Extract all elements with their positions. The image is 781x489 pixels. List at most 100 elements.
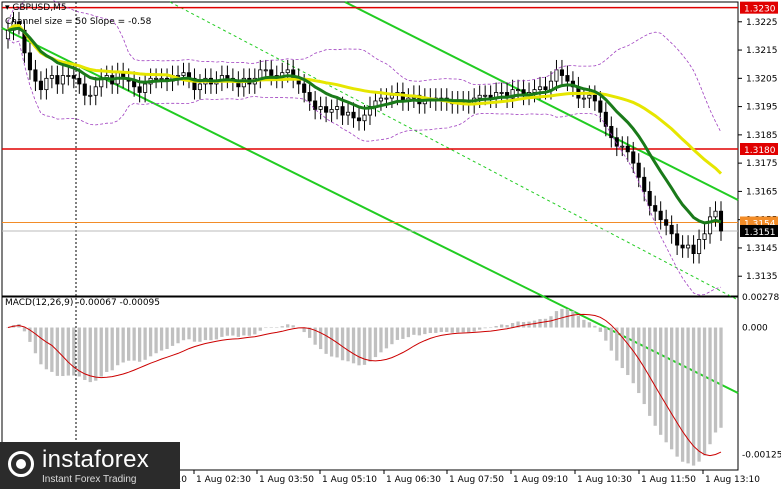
candle-body-47 (263, 69, 268, 72)
time-tick-label-8: 1 Aug 10:30 (577, 475, 632, 485)
candle-body-126 (697, 239, 702, 254)
candle-body-98 (543, 86, 548, 91)
macd-bar-38 (214, 327, 219, 340)
candle-body-110 (609, 125, 614, 139)
macd-bar-36 (203, 327, 208, 341)
macd-bar-59 (329, 327, 334, 357)
price-tick-label-1: 1.3215 (746, 46, 778, 56)
time-tick-label-2: 1 Aug 02:30 (196, 475, 251, 485)
macd-bar-8 (50, 327, 54, 372)
macd-bar-51 (286, 324, 290, 328)
candle-body-16 (93, 86, 98, 96)
macd-bar-74 (412, 327, 416, 335)
macd-bar-75 (417, 327, 421, 336)
price-tick-label-2: 1.3205 (746, 74, 778, 84)
candle-body-112 (620, 145, 625, 148)
macd-bar-62 (346, 327, 350, 362)
macd-bar-86 (478, 327, 482, 330)
candle-body-100 (554, 69, 559, 82)
time-tick-label-9: 1 Aug 11:50 (641, 475, 696, 485)
candle-body-8 (49, 75, 54, 79)
candle-body-23 (132, 80, 137, 88)
price-tick-label-6: 1.3165 (746, 187, 778, 197)
macd-bar-61 (340, 327, 345, 361)
macd-bar-13 (77, 327, 81, 377)
candle-body-28 (159, 77, 164, 80)
macd-bar-80 (445, 327, 449, 332)
macd-bar-64 (357, 327, 361, 366)
macd-tick-label-1: 0.000 (742, 324, 768, 334)
candle-body-51 (285, 69, 290, 74)
candle-body-115 (636, 162, 641, 178)
price-tick-label-9: 1.3135 (746, 272, 778, 282)
macd-bar-11 (66, 327, 70, 376)
candle-body-15 (88, 94, 93, 97)
macd-bar-34 (192, 327, 197, 342)
macd-bar-77 (428, 327, 432, 334)
candle-body-40 (225, 75, 230, 79)
candle-body-14 (82, 83, 87, 96)
macd-bar-117 (648, 327, 652, 416)
candle-body-119 (658, 210, 663, 221)
candle-body-96 (532, 89, 537, 93)
macd-bar-21 (121, 327, 125, 363)
candle-body-13 (77, 77, 82, 85)
candle-body-87 (483, 94, 488, 97)
macd-bar-24 (137, 327, 142, 362)
macd-bar-47 (264, 327, 268, 329)
price-tick-label-5: 1.3175 (746, 159, 778, 169)
candle-body-114 (631, 151, 636, 164)
candle-body-54 (302, 83, 307, 93)
macd-bar-73 (406, 327, 411, 338)
macd-bar-112 (620, 327, 624, 369)
macd-bar-118 (653, 327, 657, 426)
macd-bar-104 (576, 315, 581, 328)
time-tick-label-10: 1 Aug 13:10 (705, 475, 760, 485)
macd-bar-18 (105, 327, 109, 372)
macd-bar-37 (209, 327, 213, 341)
candle-body-60 (335, 106, 340, 110)
macd-bar-78 (434, 327, 438, 333)
candle-body-62 (346, 111, 351, 116)
candle-body-9 (55, 75, 60, 85)
macd-bar-76 (423, 327, 427, 335)
macd-bar-17 (99, 327, 103, 377)
macd-bar-5 (33, 327, 38, 354)
macd-tick-label-0: 0.00278 (742, 293, 779, 303)
macd-bar-25 (143, 327, 147, 360)
price-tick-label-8: 1.3145 (746, 244, 778, 254)
macd-bar-99 (549, 316, 553, 328)
candle-body-122 (675, 233, 680, 246)
macd-bar-109 (604, 327, 608, 341)
macd-bar-123 (680, 327, 685, 462)
candle-body-11 (66, 75, 71, 77)
macd-label: MACD(12,26,9) -0.00067 -0.00095 (5, 298, 161, 308)
candle-body-12 (71, 75, 76, 79)
brand-name: instaforex (42, 446, 150, 473)
price-tick-label-4: 1.3185 (746, 131, 778, 141)
price-chart: 1.3225 1.3215 1.3205 1.3195 1.3185 1.3175 1.31… (0, 0, 781, 489)
candle-body-117 (647, 191, 652, 206)
candle-body-64 (356, 117, 362, 122)
instaforex-watermark: instaforex Instant Forex Trading (0, 442, 180, 489)
macd-bar-68 (379, 327, 383, 353)
macd-bar-103 (571, 310, 575, 328)
candle-body-106 (587, 94, 592, 99)
macd-bar-127 (702, 327, 707, 456)
macd-bar-28 (159, 327, 164, 351)
candle-body-127 (702, 233, 707, 240)
macd-bar-130 (719, 327, 723, 428)
macd-bar-26 (148, 327, 153, 357)
macd-bar-10 (61, 327, 65, 377)
macd-bar-79 (439, 327, 443, 332)
macd-bar-63 (351, 327, 356, 364)
macd-bar-129 (713, 327, 718, 433)
macd-bar-50 (280, 326, 284, 328)
macd-bar-33 (187, 327, 191, 340)
candle-body-90 (499, 92, 504, 94)
macd-bar-102 (565, 308, 570, 328)
macd-bar-40 (225, 327, 230, 336)
macd-bar-31 (176, 327, 180, 344)
macd-bar-67 (373, 327, 378, 358)
candle-body-128 (707, 216, 713, 235)
